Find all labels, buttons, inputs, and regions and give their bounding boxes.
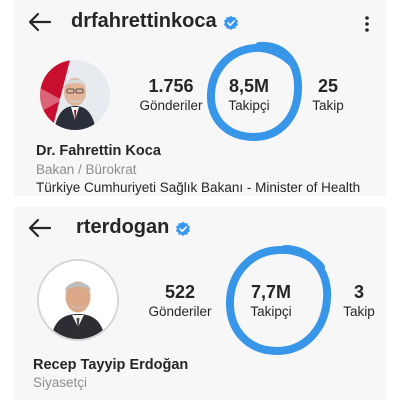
profile-category: Siyasetçi: [33, 375, 88, 390]
stat-following[interactable]: 3 Takip: [334, 281, 384, 321]
username: rterdogan: [76, 216, 170, 238]
username: drfahrettinkoca: [71, 10, 217, 32]
avatar[interactable]: [37, 259, 119, 341]
verified-badge-icon: [223, 14, 239, 30]
back-arrow-icon[interactable]: [28, 218, 52, 243]
stat-followers[interactable]: 7,7M Takipçi: [240, 281, 302, 321]
profile-bio: Türkiye Cumhuriyeti Sağlık Bakanı - Mini…: [36, 180, 361, 195]
profile-header: rterdogan: [76, 216, 191, 239]
verified-badge-icon: [175, 220, 191, 236]
stat-posts[interactable]: 1.756 Gönderiler: [138, 75, 204, 115]
stat-following[interactable]: 25 Takip: [304, 75, 352, 115]
profile-category: Bakan / Bürokrat: [36, 162, 137, 177]
back-arrow-icon[interactable]: [28, 12, 52, 37]
posts-label: Gönderiler: [148, 304, 212, 319]
posts-count: 1.756: [148, 76, 194, 96]
avatar[interactable]: [40, 60, 110, 130]
profile-panel-koca: drfahrettinkoca 1.756 Gönderiler 8,5M Ta…: [14, 0, 386, 196]
followers-count: 8,5M: [228, 76, 270, 96]
followers-count: 7,7M: [250, 282, 292, 302]
followers-label: Takipçi: [250, 304, 292, 319]
stat-posts[interactable]: 522 Gönderiler: [145, 281, 215, 321]
posts-count: 522: [164, 282, 196, 302]
following-count: 3: [353, 282, 364, 302]
followers-label: Takipçi: [228, 98, 270, 113]
profile-panel-erdogan: rterdogan 522 Gönderiler 7,7M Takipçi 3 …: [14, 207, 386, 400]
following-label: Takip: [312, 98, 344, 113]
following-count: 25: [317, 76, 339, 96]
profile-header: drfahrettinkoca: [71, 10, 239, 33]
stat-followers[interactable]: 8,5M Takipçi: [220, 75, 278, 115]
following-label: Takip: [343, 304, 375, 319]
display-name: Recep Tayyip Erdoğan: [33, 357, 189, 373]
posts-label: Gönderiler: [139, 98, 203, 113]
more-options-icon[interactable]: [364, 15, 370, 38]
display-name: Dr. Fahrettin Koca: [36, 143, 161, 159]
